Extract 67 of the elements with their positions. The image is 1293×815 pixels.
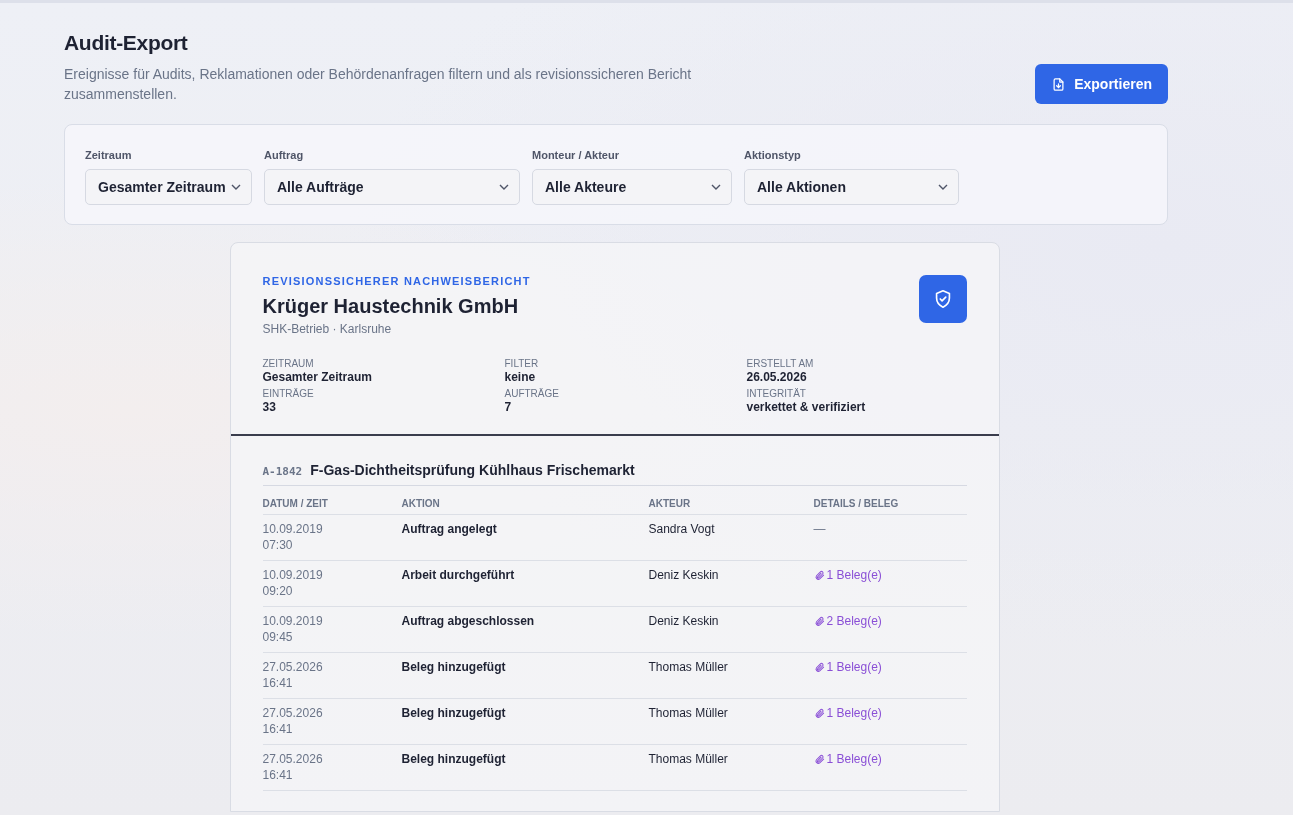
filter-dropdown[interactable]: Alle Aktionen <box>744 169 959 205</box>
meta-label: AUFTRÄGE <box>504 388 560 399</box>
filter-label: Zeitraum <box>85 149 132 161</box>
date-cell: 10.09.2019 09:20 <box>262 568 323 598</box>
date-cell: 27.05.2026 16:41 <box>262 660 323 690</box>
filter-label: Aktionstyp <box>744 149 801 161</box>
meta-value: 26.05.2026 <box>746 370 808 384</box>
column-header: AKTION <box>401 498 440 509</box>
meta-value: 7 <box>504 400 513 414</box>
page-title: Audit-Export <box>64 31 189 55</box>
meta-label: ZEITRAUM <box>262 358 315 369</box>
actor-cell: Deniz Keskin <box>648 614 719 628</box>
meta-value: verkettet & verifiziert <box>746 400 867 414</box>
filter-dropdown[interactable]: Gesamter Zeitraum <box>85 169 252 205</box>
date-cell: 27.05.2026 16:41 <box>262 752 323 782</box>
chevron-down-icon <box>499 184 509 190</box>
chevron-down-icon <box>938 184 948 190</box>
order-title: F-Gas-Dichtheitsprüfung Kühlhaus Frischemarkt <box>310 462 635 478</box>
company-name: Krüger Haustechnik GmbH <box>262 295 520 318</box>
shield-check-icon <box>918 275 967 323</box>
chevron-down-icon <box>231 184 241 190</box>
action-cell: Beleg hinzugefügt <box>401 752 506 766</box>
meta-label: ERSTELLT AM <box>746 358 815 369</box>
action-cell: Beleg hinzugefügt <box>401 660 506 674</box>
attachment-link[interactable]: 1 Beleg(e) <box>813 659 882 675</box>
action-cell: Beleg hinzugefügt <box>401 706 506 720</box>
meta-label: FILTER <box>504 358 540 369</box>
details-text: — <box>813 522 826 536</box>
column-header: DATUM / ZEIT <box>262 498 328 509</box>
meta-value: keine <box>504 370 537 384</box>
attachment-link[interactable]: 1 Beleg(e) <box>813 751 882 767</box>
actor-cell: Thomas Müller <box>648 706 728 720</box>
file-download-icon <box>1051 76 1067 92</box>
attachment-link[interactable]: 1 Beleg(e) <box>813 705 882 721</box>
actor-cell: Thomas Müller <box>648 660 728 674</box>
filter-dropdown[interactable]: Alle Akteure <box>532 169 732 205</box>
date-cell: 10.09.2019 07:30 <box>262 522 323 552</box>
chevron-down-icon <box>711 184 721 190</box>
filter-label: Auftrag <box>264 149 304 161</box>
paperclip-icon <box>813 661 825 673</box>
filter-label: Monteur / Akteur <box>532 149 619 161</box>
date-cell: 10.09.2019 09:45 <box>262 614 323 644</box>
meta-value: 33 <box>262 400 277 414</box>
actor-cell: Deniz Keskin <box>648 568 719 582</box>
meta-label: EINTRÄGE <box>262 388 315 399</box>
attachment-link[interactable]: 2 Beleg(e) <box>813 613 882 629</box>
page-description: Ereignisse für Audits, Reklamationen oder Behördenanfragen filtern und als revisionssicheren Bericht zusammenstellen. <box>64 65 693 104</box>
order-code: A-1842 <box>262 465 303 478</box>
action-cell: Auftrag angelegt <box>401 522 497 536</box>
meta-value: Gesamter Zeitraum <box>262 370 373 384</box>
actor-cell: Sandra Vogt <box>648 522 715 536</box>
column-header: AKTEUR <box>648 498 691 509</box>
action-cell: Auftrag abgeschlossen <box>401 614 535 628</box>
report-eyebrow: REVISIONSSICHERER NACHWEISBERICHT <box>262 275 532 287</box>
meta-label: INTEGRITÄT <box>746 388 807 399</box>
paperclip-icon <box>813 569 825 581</box>
paperclip-icon <box>813 753 825 765</box>
company-subtitle: SHK-Betrieb · Karlsruhe <box>262 322 393 336</box>
paperclip-icon <box>813 707 825 719</box>
date-cell: 27.05.2026 16:41 <box>262 706 323 736</box>
paperclip-icon <box>813 615 825 627</box>
attachment-link[interactable]: 1 Beleg(e) <box>813 567 882 583</box>
column-header: DETAILS / BELEG <box>813 498 899 509</box>
actor-cell: Thomas Müller <box>648 752 728 766</box>
export-button[interactable]: Exportieren <box>1035 64 1168 104</box>
filter-dropdown[interactable]: Alle Aufträge <box>264 169 520 205</box>
action-cell: Arbeit durchgeführt <box>401 568 515 582</box>
